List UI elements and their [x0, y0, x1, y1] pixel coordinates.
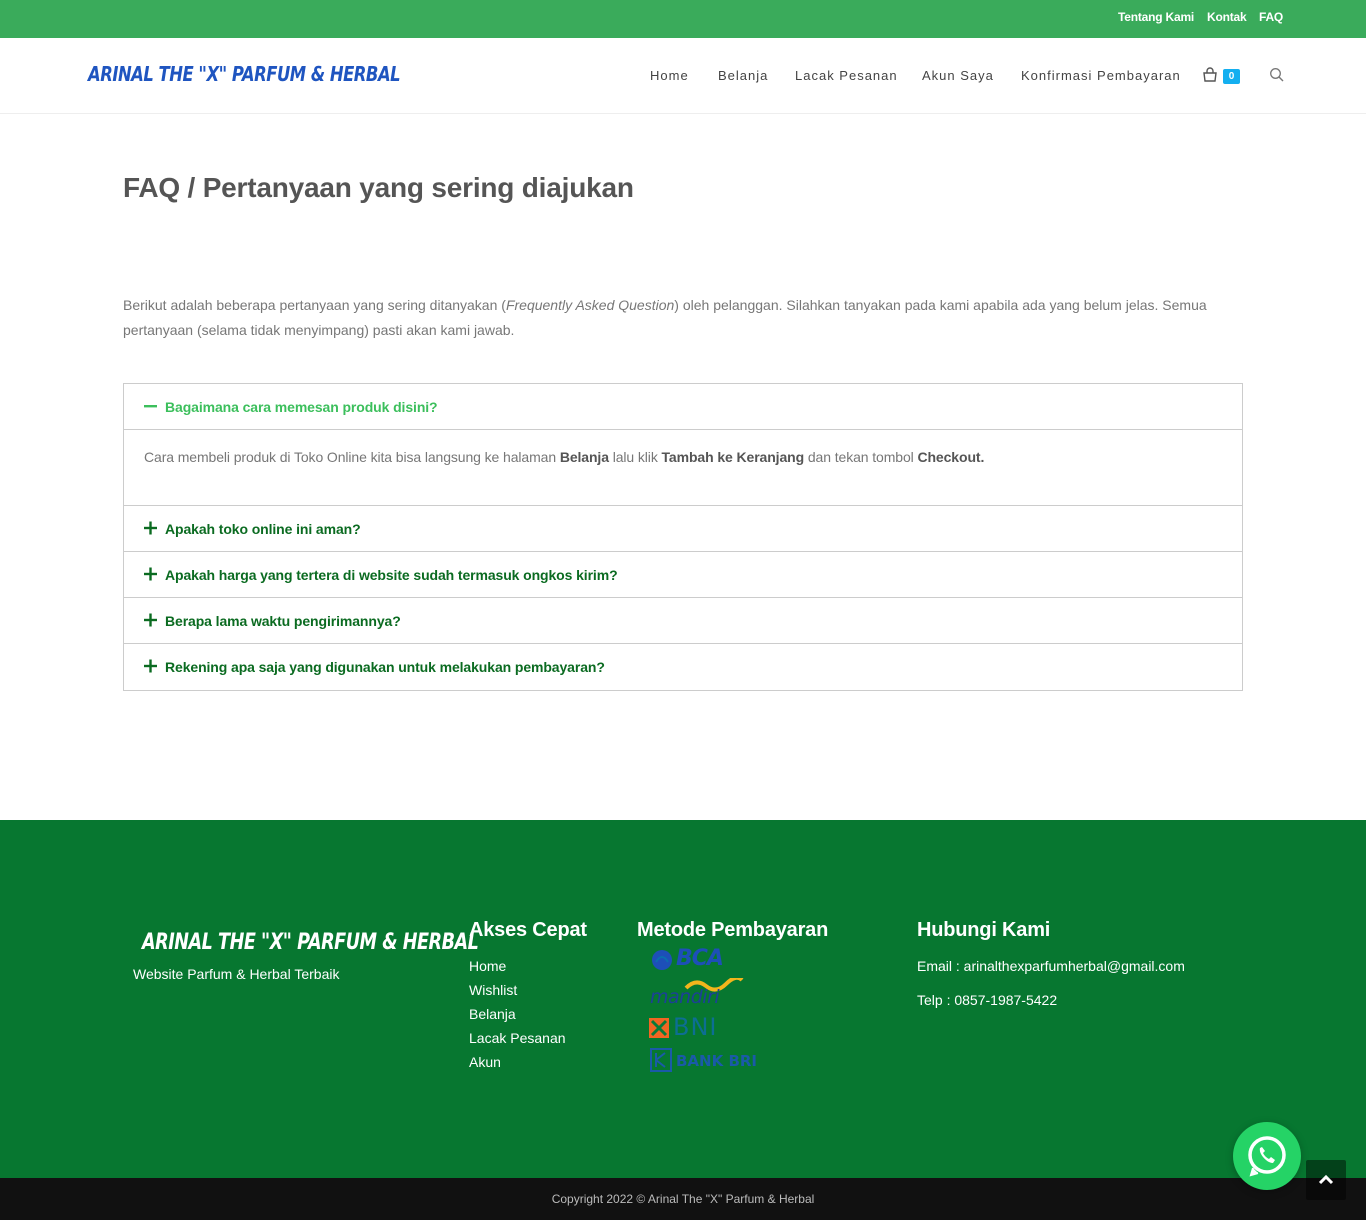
site-header: ARINAL THE "X" PARFUM & HERBAL Home Bela…: [0, 38, 1366, 114]
intro-emphasis: Frequently Asked Question: [505, 297, 675, 313]
answer-bold: Belanja: [559, 449, 609, 465]
faq-item-1-answer: Cara membeli produk di Toko Online kita …: [124, 430, 1242, 506]
nav-item-belanja[interactable]: Belanja: [718, 68, 768, 83]
whatsapp-icon: [1248, 1136, 1286, 1177]
footer-link-home[interactable]: Home: [469, 958, 506, 974]
answer-text: Cara membeli produk di Toko Online kita …: [144, 449, 560, 465]
footer-phone[interactable]: Telp : 0857-1987-5422: [917, 992, 1057, 1008]
answer-text: lalu klik: [608, 449, 662, 465]
bni-emblem-icon: [649, 1018, 669, 1038]
faq-question: Apakah toko online ini aman?: [165, 521, 361, 537]
bni-logo-text: BNI: [673, 1013, 718, 1041]
whatsapp-chat-button[interactable]: [1233, 1122, 1301, 1190]
topbar-link-tentang-kami[interactable]: Tentang Kami: [1118, 10, 1194, 24]
bri-emblem-icon: [650, 1048, 672, 1072]
footer-logo: ARINAL THE "X" PARFUM & HERBAL: [142, 930, 479, 955]
copyright-text: Copyright 2022 © Arinal The "X" Parfum &…: [551, 1192, 815, 1206]
plus-icon: [144, 613, 157, 627]
faq-item-3-header[interactable]: Apakah harga yang tertera di website sud…: [124, 552, 1242, 598]
footer-email[interactable]: Email : arinalthexparfumherbal@gmail.com: [917, 958, 1185, 974]
intro-text-1: Berikut adalah beberapa pertanyaan yang …: [123, 297, 506, 313]
plus-icon: [144, 521, 157, 535]
top-bar: Tentang Kami Kontak FAQ: [0, 0, 1366, 38]
footer-heading-payment: Metode Pembayaran: [637, 919, 829, 941]
topbar-link-kontak[interactable]: Kontak: [1207, 10, 1247, 24]
chevron-up-icon: [1318, 1174, 1334, 1185]
nav-item-home[interactable]: Home: [650, 68, 689, 83]
copyright-bar: Copyright 2022 © Arinal The "X" Parfum &…: [0, 1178, 1366, 1220]
footer-link-wishlist[interactable]: Wishlist: [469, 982, 517, 998]
bca-logo-text: BCA: [676, 946, 724, 971]
bri-logo-text: BANK BRI: [676, 1052, 758, 1070]
footer-link-lacak-pesanan[interactable]: Lacak Pesanan: [469, 1030, 566, 1046]
topbar-link-faq[interactable]: FAQ: [1259, 10, 1283, 24]
answer-bold: Tambah ke Keranjang: [661, 449, 805, 465]
faq-question: Apakah harga yang tertera di website sud…: [165, 567, 618, 583]
scroll-to-top-button[interactable]: [1306, 1160, 1346, 1200]
faq-item-1-header[interactable]: Bagaimana cara memesan produk disini?: [124, 384, 1242, 430]
cart-icon: [1203, 67, 1217, 82]
footer-link-akun[interactable]: Akun: [469, 1054, 501, 1070]
nav-item-konfirmasi-pembayaran[interactable]: Konfirmasi Pembayaran: [1021, 68, 1181, 83]
nav-item-akun-saya[interactable]: Akun Saya: [922, 68, 994, 83]
answer-text: dan tekan tombol: [804, 449, 918, 465]
faq-question: Bagaimana cara memesan produk disini?: [165, 399, 438, 415]
minus-icon: [144, 405, 157, 408]
faq-answer-text: Cara membeli produk di Toko Online kita …: [144, 449, 984, 465]
faq-accordion: Bagaimana cara memesan produk disini? Ca…: [123, 383, 1243, 691]
faq-intro: Berikut adalah beberapa pertanyaan yang …: [123, 293, 1233, 343]
cart-button[interactable]: 0: [1202, 67, 1242, 87]
faq-item-4-header[interactable]: Berapa lama waktu pengirimannya?: [124, 598, 1242, 644]
answer-bold: Checkout.: [917, 449, 985, 465]
cart-count-badge: 0: [1223, 69, 1240, 84]
footer-tagline: Website Parfum & Herbal Terbaik: [133, 966, 340, 982]
mandiri-logo-text: mandiri: [650, 986, 720, 1008]
site-logo[interactable]: ARINAL THE "X" PARFUM & HERBAL: [88, 62, 401, 86]
faq-question: Rekening apa saja yang digunakan untuk m…: [165, 659, 605, 675]
faq-item-2-header[interactable]: Apakah toko online ini aman?: [124, 506, 1242, 552]
page-title: FAQ / Pertanyaan yang sering diajukan: [123, 172, 634, 203]
plus-icon: [144, 567, 157, 581]
search-icon[interactable]: [1269, 67, 1285, 83]
faq-question: Berapa lama waktu pengirimannya?: [165, 613, 401, 629]
bca-emblem-icon: [652, 950, 672, 970]
plus-icon: [144, 659, 157, 673]
site-footer: ARINAL THE "X" PARFUM & HERBAL Website P…: [0, 820, 1366, 1178]
footer-heading-quick-links: Akses Cepat: [469, 919, 587, 941]
nav-item-lacak-pesanan[interactable]: Lacak Pesanan: [795, 68, 898, 83]
footer-link-belanja[interactable]: Belanja: [469, 1006, 516, 1022]
footer-heading-contact: Hubungi Kami: [917, 919, 1051, 941]
faq-item-5-header[interactable]: Rekening apa saja yang digunakan untuk m…: [124, 644, 1242, 690]
